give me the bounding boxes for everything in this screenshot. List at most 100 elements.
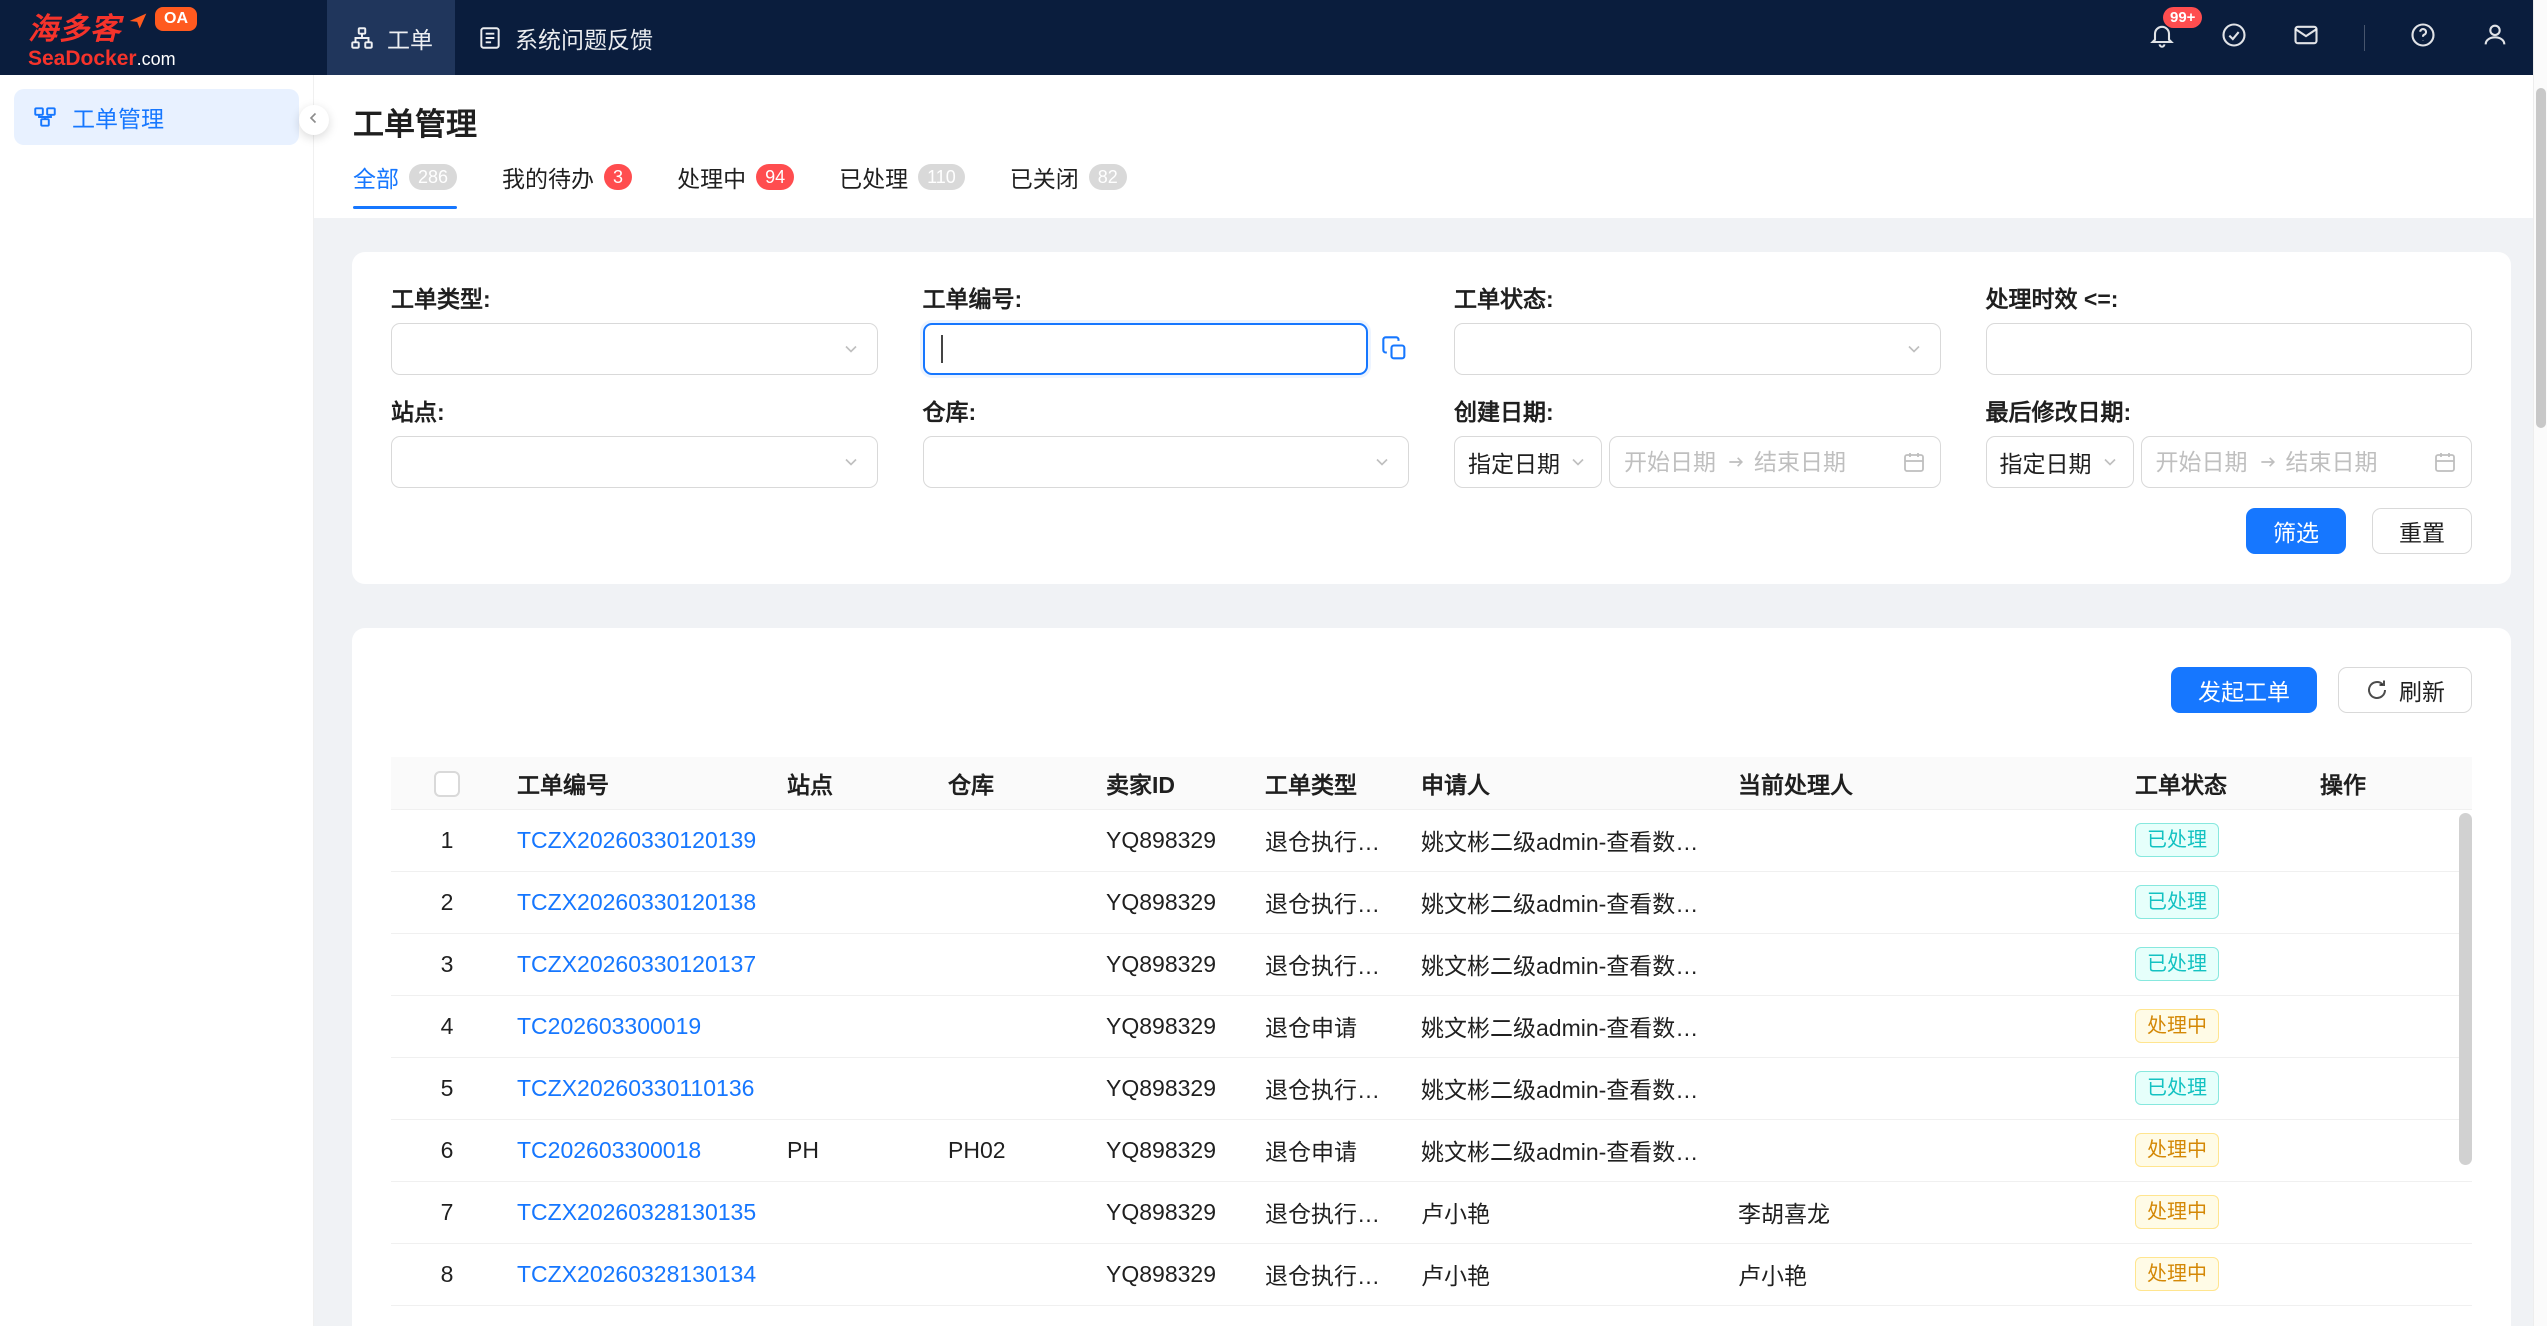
cell-handler xyxy=(1724,871,2121,933)
page-header: 工单管理 全部 286 我的待办 3 处理中 94 已处理 xyxy=(314,75,2547,218)
cell-warehouse xyxy=(934,1057,1092,1119)
check-circle-icon xyxy=(2220,21,2248,54)
col-header-actions: 操作 xyxy=(2306,757,2472,809)
table-row[interactable]: 3 TCZX20260330120137 YQ898329 退仓执行工单 姚文彬… xyxy=(391,933,2472,995)
notification-bell-button[interactable]: 99+ xyxy=(2148,21,2176,54)
cell-order-no: TCZX20260330120139 xyxy=(503,809,773,871)
cell-seller-id: YQ898329 xyxy=(1092,1119,1251,1181)
work-order-status-select[interactable] xyxy=(1454,323,1941,375)
modified-date-mode-select[interactable]: 指定日期 xyxy=(1986,436,2134,488)
created-date-range[interactable] xyxy=(1609,436,1941,488)
cell-type: 退仓执行工单 xyxy=(1251,809,1407,871)
copy-icon[interactable] xyxy=(1381,335,1409,363)
created-end-date-input[interactable] xyxy=(1754,449,1848,476)
tab-my-todo[interactable]: 我的待办 3 xyxy=(502,160,632,209)
cell-handler xyxy=(1724,933,2121,995)
work-order-link[interactable]: TCZX20260330110136 xyxy=(517,1075,754,1101)
calendar-icon xyxy=(1902,450,1926,474)
cell-actions xyxy=(2306,1057,2472,1119)
page-scrollbar[interactable] xyxy=(2533,0,2547,1326)
row-index: 4 xyxy=(441,1013,454,1039)
cell-index: 8 xyxy=(391,1243,503,1305)
select-all-checkbox[interactable] xyxy=(434,771,460,797)
modified-date-range[interactable] xyxy=(2141,436,2473,488)
table-row[interactable]: 8 TCZX20260328130134 YQ898329 退仓执行工单 卢小艳… xyxy=(391,1243,2472,1305)
nav-item-feedback[interactable]: 系统问题反馈 xyxy=(455,0,675,75)
chevron-down-icon xyxy=(841,452,861,472)
cell-handler xyxy=(1724,1119,2121,1181)
cell-actions xyxy=(2306,809,2472,871)
created-start-date-input[interactable] xyxy=(1624,449,1718,476)
tab-processed[interactable]: 已处理 110 xyxy=(839,160,965,209)
table-row[interactable]: 6 TC202603300018 PH PH02 YQ898329 退仓申请 姚… xyxy=(391,1119,2472,1181)
filter-field-warehouse: 仓库: xyxy=(923,399,1410,488)
cell-site: PH xyxy=(773,1119,934,1181)
create-work-order-button[interactable]: 发起工单 xyxy=(2171,667,2317,713)
work-order-link[interactable]: TCZX20260328130134 xyxy=(517,1261,756,1287)
date-mode-value: 指定日期 xyxy=(1468,445,1560,479)
field-label: 处理时效 <=: xyxy=(1986,286,2473,313)
page-scrollbar-thumb[interactable] xyxy=(2536,88,2546,428)
row-index: 1 xyxy=(441,827,454,853)
filter-button[interactable]: 筛选 xyxy=(2246,508,2346,554)
work-order-link[interactable]: TCZX20260330120138 xyxy=(517,889,756,915)
work-order-link[interactable]: TC202603300019 xyxy=(517,1013,701,1039)
table-body: 1 TCZX20260330120139 YQ898329 退仓执行工单 姚文彬… xyxy=(391,809,2472,1305)
modified-start-date-input[interactable] xyxy=(2156,449,2250,476)
cell-status: 已处理 xyxy=(2121,809,2306,871)
sidebar-item-work-order-mgmt[interactable]: 工单管理 xyxy=(14,89,299,145)
sidebar: 工单管理 xyxy=(0,75,314,1326)
arrow-right-icon xyxy=(1726,452,1746,472)
table-row[interactable]: 5 TCZX20260330110136 YQ898329 退仓执行工单 姚文彬… xyxy=(391,1057,2472,1119)
table-row[interactable]: 2 TCZX20260330120138 YQ898329 退仓执行工单 姚文彬… xyxy=(391,871,2472,933)
mail-button[interactable] xyxy=(2292,21,2320,54)
work-order-link[interactable]: TCZX20260330120137 xyxy=(517,951,756,977)
modified-end-date-input[interactable] xyxy=(2286,449,2380,476)
nav-item-work-order[interactable]: 工单 xyxy=(327,0,455,75)
work-order-link[interactable]: TC202603300018 xyxy=(517,1137,701,1163)
divider xyxy=(2364,25,2365,51)
table-row[interactable]: 4 TC202603300019 YQ898329 退仓申请 姚文彬二级admi… xyxy=(391,995,2472,1057)
work-order-no-input[interactable] xyxy=(923,323,1369,375)
todo-check-button[interactable] xyxy=(2220,21,2248,54)
warehouse-select[interactable] xyxy=(923,436,1410,488)
cell-applicant: 姚文彬二级admin-查看数据用 xyxy=(1407,1057,1724,1119)
cell-handler xyxy=(1724,809,2121,871)
cell-index: 6 xyxy=(391,1119,503,1181)
cell-status: 处理中 xyxy=(2121,1243,2306,1305)
cell-order-no: TC202603300018 xyxy=(503,1119,773,1181)
created-date-mode-select[interactable]: 指定日期 xyxy=(1454,436,1602,488)
cell-status: 处理中 xyxy=(2121,1119,2306,1181)
work-order-link[interactable]: TCZX20260330120139 xyxy=(517,827,756,853)
work-order-type-select[interactable] xyxy=(391,323,878,375)
page-title: 工单管理 xyxy=(353,99,2508,144)
work-order-link[interactable]: TCZX20260328130135 xyxy=(517,1199,756,1225)
cell-warehouse xyxy=(934,1181,1092,1243)
tab-all[interactable]: 全部 286 xyxy=(353,160,457,209)
cell-seller-id: YQ898329 xyxy=(1092,933,1251,995)
tab-label: 已关闭 xyxy=(1010,160,1079,194)
cell-site xyxy=(773,809,934,871)
sitemap-icon xyxy=(349,25,375,51)
cell-actions xyxy=(2306,1243,2472,1305)
table-scrollbar-thumb[interactable] xyxy=(2459,813,2472,1165)
table-row[interactable]: 7 TCZX20260328130135 YQ898329 退仓执行工单 卢小艳… xyxy=(391,1181,2472,1243)
account-button[interactable] xyxy=(2481,21,2509,54)
col-header-warehouse: 仓库 xyxy=(934,757,1092,809)
refresh-label: 刷新 xyxy=(2399,673,2445,707)
table-row[interactable]: 1 TCZX20260330120139 YQ898329 退仓执行工单 姚文彬… xyxy=(391,809,2472,871)
refresh-button[interactable]: 刷新 xyxy=(2338,667,2472,713)
reset-button[interactable]: 重置 xyxy=(2372,508,2472,554)
help-button[interactable] xyxy=(2409,21,2437,54)
cell-actions xyxy=(2306,1181,2472,1243)
tab-processing[interactable]: 处理中 94 xyxy=(677,160,794,209)
row-index: 3 xyxy=(441,951,454,977)
status-badge: 处理中 xyxy=(2135,1009,2219,1043)
brand-name: 海多客 xyxy=(28,4,121,48)
site-select[interactable] xyxy=(391,436,878,488)
sidebar-collapse-button[interactable] xyxy=(299,105,329,135)
col-header-select xyxy=(391,757,503,809)
tab-closed[interactable]: 已关闭 82 xyxy=(1010,160,1127,209)
sla-input[interactable] xyxy=(1986,323,2473,375)
top-nav: 工单 系统问题反馈 xyxy=(327,0,675,75)
